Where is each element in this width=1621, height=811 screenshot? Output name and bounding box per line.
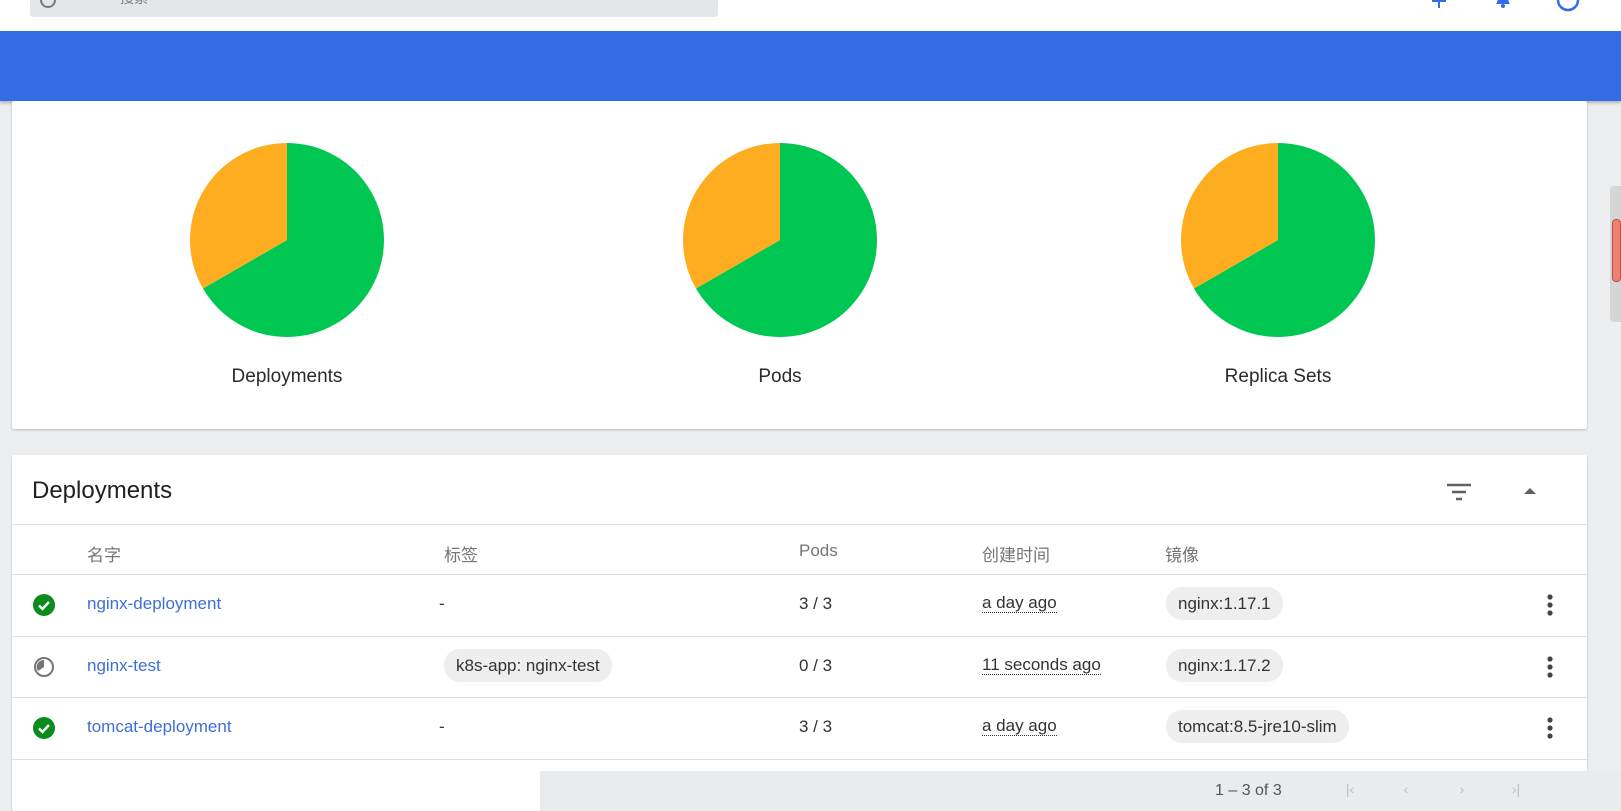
card-title: Deployments xyxy=(32,477,173,504)
labels-value: - xyxy=(439,594,445,613)
page-range-text: 1 – 3 of 3 xyxy=(1215,782,1282,799)
image-chip: tomcat:8.5-jre10-slim xyxy=(1166,710,1349,743)
more-vert-icon[interactable] xyxy=(1540,715,1560,741)
pods-value: 3 / 3 xyxy=(799,717,833,736)
label-chip: k8s-app: nginx-test xyxy=(444,649,612,682)
column-header-created[interactable]: 创建时间 xyxy=(982,541,1050,566)
more-vert-icon[interactable] xyxy=(1540,654,1560,680)
check-circle-icon xyxy=(33,717,55,739)
check-circle-icon xyxy=(33,594,55,616)
column-header-images: 镜像 xyxy=(1165,546,1199,565)
labels-value: - xyxy=(439,717,445,736)
pending-timer-icon xyxy=(34,657,54,677)
created-value: 11 seconds ago xyxy=(982,655,1101,675)
search-input[interactable] xyxy=(120,0,520,6)
deployment-name-link[interactable]: nginx-deployment xyxy=(87,594,221,614)
deployment-name-link[interactable]: nginx-test xyxy=(87,656,161,676)
pods-chart-label: Pods xyxy=(758,366,802,387)
column-header-name[interactable]: 名字 xyxy=(87,541,121,566)
pods-value: 0 / 3 xyxy=(799,656,833,675)
column-header-labels: 标签 xyxy=(444,546,478,565)
pods-value: 3 / 3 xyxy=(799,594,833,613)
workload-status-card: Deployments Pods Replica Sets xyxy=(12,101,1587,429)
created-value: a day ago xyxy=(982,593,1057,613)
deployments-card: Deployments 名字 标签 Pods 创建时间 镜像 nginx-dep… xyxy=(12,455,1587,811)
image-chip: nginx:1.17.2 xyxy=(1166,649,1283,682)
deployment-name-link[interactable]: tomcat-deployment xyxy=(87,717,232,737)
divider xyxy=(12,759,1587,760)
filter-icon[interactable] xyxy=(1445,481,1473,503)
replica-sets-pie-chart xyxy=(1181,143,1375,337)
page-header-bar xyxy=(0,31,1621,101)
deployments-pie-chart xyxy=(190,143,384,337)
table-row: nginx-test k8s-app: nginx-test 0 / 3 11 … xyxy=(12,637,1587,698)
paginator: 1 – 3 of 3 |‹ ‹ › ›| xyxy=(540,771,1621,811)
scrollbar-thumb[interactable] xyxy=(1612,219,1621,282)
plus-icon[interactable] xyxy=(1432,0,1446,8)
previous-page-icon[interactable]: ‹ xyxy=(1396,781,1416,801)
deployments-chart-label: Deployments xyxy=(231,366,343,387)
next-page-icon[interactable]: › xyxy=(1452,781,1472,801)
pods-pie-chart xyxy=(683,143,877,337)
first-page-icon[interactable]: |‹ xyxy=(1340,781,1360,801)
replica-sets-chart-label: Replica Sets xyxy=(1224,366,1332,387)
column-header-pods: Pods xyxy=(799,541,838,560)
divider xyxy=(12,524,1587,525)
top-toolbar xyxy=(0,0,1621,31)
more-vert-icon[interactable] xyxy=(1540,592,1560,618)
image-chip: nginx:1.17.1 xyxy=(1166,587,1283,620)
chevron-up-icon[interactable] xyxy=(1522,485,1538,497)
last-page-icon[interactable]: ›| xyxy=(1506,781,1526,801)
bell-icon[interactable] xyxy=(1494,0,1512,8)
account-icon[interactable] xyxy=(1556,0,1580,12)
table-row: nginx-deployment - 3 / 3 a day ago nginx… xyxy=(12,575,1587,636)
created-value: a day ago xyxy=(982,716,1057,736)
table-row: tomcat-deployment - 3 / 3 a day ago tomc… xyxy=(12,698,1587,759)
